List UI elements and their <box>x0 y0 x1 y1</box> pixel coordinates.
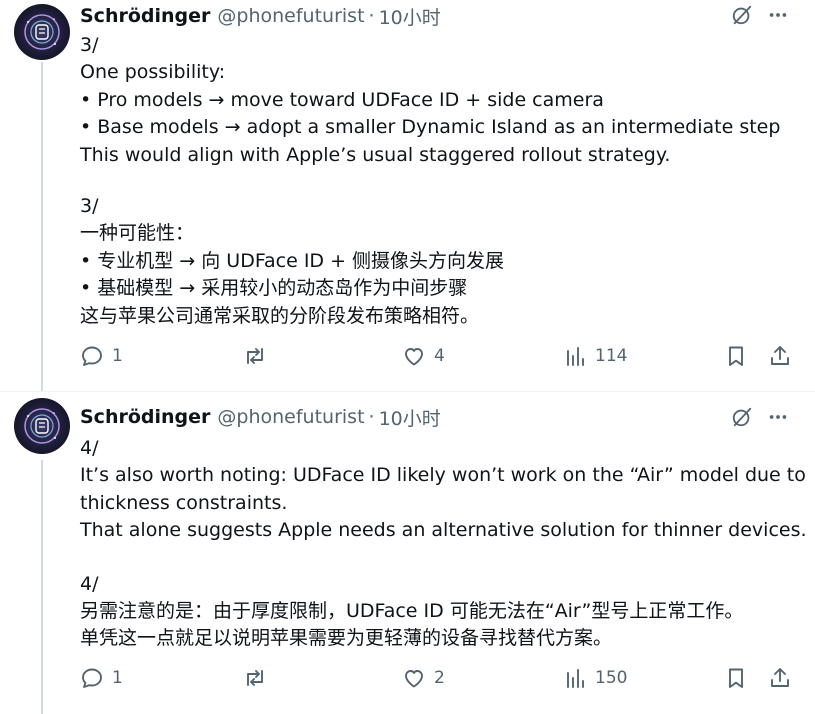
like-count: 4 <box>434 346 445 366</box>
post-line: • Pro models → move toward UDFace ID + s… <box>80 88 604 111</box>
reply-button[interactable]: 1 <box>80 342 123 370</box>
repost-button[interactable] <box>242 664 276 692</box>
reply-count: 1 <box>112 668 123 688</box>
views-icon <box>567 347 584 366</box>
like-icon <box>405 348 423 366</box>
post-line: • 基础模型 → 采用较小的动态岛作为中间步骤 <box>80 277 468 300</box>
post-line: 单凭这一点就足以说明苹果需要为更轻薄的设备寻找替代方案。 <box>80 627 613 650</box>
post-top-actions <box>729 2 791 28</box>
post-3[interactable]: Schrödinger @phonefuturist · 10小时 3/ One… <box>0 0 815 392</box>
repost-icon <box>247 348 263 364</box>
author-handle[interactable]: @phonefuturist <box>217 406 364 428</box>
views-count: 150 <box>595 668 628 688</box>
share-icon <box>771 668 789 687</box>
post-actions: 1 2 150 <box>80 664 795 692</box>
post-line: 4/ <box>80 572 99 595</box>
author-name[interactable]: Schrödinger <box>80 5 210 27</box>
post-header: Schrödinger @phonefuturist · 10小时 <box>80 3 441 29</box>
reply-count: 1 <box>112 346 123 366</box>
post-actions: 1 4 114 <box>80 342 795 370</box>
like-icon <box>405 670 423 688</box>
bookmark-icon <box>729 668 743 688</box>
bookmark-button[interactable] <box>724 664 748 692</box>
views-button[interactable]: 150 <box>565 664 627 692</box>
post-line: 3/ <box>80 195 99 218</box>
post-line: This would align with Apple’s usual stag… <box>80 143 671 166</box>
views-count: 114 <box>595 346 628 366</box>
reply-button[interactable]: 1 <box>80 664 123 692</box>
more-icon[interactable] <box>765 404 791 430</box>
repost-button[interactable] <box>242 342 276 370</box>
post-line: 一种可能性： <box>80 222 195 245</box>
like-button[interactable]: 2 <box>402 664 445 692</box>
post-text: 4/ It’s also worth noting: UDFace ID lik… <box>80 435 807 653</box>
like-count: 2 <box>434 668 445 688</box>
post-line: One possibility: <box>80 61 226 84</box>
reply-icon <box>82 346 102 366</box>
more-icon[interactable] <box>765 2 791 28</box>
avatar[interactable] <box>14 4 70 60</box>
post-line: 4/ <box>80 437 99 459</box>
avatar[interactable] <box>14 398 70 454</box>
post-text: 3/ One possibility: • Pro models → move … <box>80 32 795 330</box>
like-button[interactable]: 4 <box>402 342 445 370</box>
post-line: 3/ <box>80 34 99 56</box>
post-4[interactable]: Schrödinger @phonefuturist · 10小时 4/ It’… <box>0 392 815 714</box>
post-line: 另需注意的是：由于厚度限制，UDFace ID 可能无法在“Air”型号上正常工… <box>80 600 744 623</box>
views-icon <box>567 669 584 688</box>
reply-icon <box>82 668 102 688</box>
post-line: It’s also worth noting: UDFace ID likely… <box>80 464 806 487</box>
repost-icon <box>247 670 263 686</box>
post-time[interactable]: 10小时 <box>379 3 441 30</box>
grok-icon[interactable] <box>729 404 755 430</box>
share-button[interactable] <box>768 664 792 692</box>
post-time[interactable]: 10小时 <box>379 404 441 431</box>
post-line: • Base models → adopt a smaller Dynamic … <box>80 116 781 139</box>
post-line: thickness constraints. <box>80 491 288 514</box>
post-line: • 专业机型 → 向 UDFace ID + 侧摄像头方向发展 <box>80 249 505 272</box>
bookmark-icon <box>729 346 743 366</box>
share-button[interactable] <box>768 342 792 370</box>
timeline-feed: Schrödinger @phonefuturist · 10小时 3/ One… <box>0 0 815 714</box>
post-line: 这与苹果公司通常采取的分阶段发布策略相符。 <box>80 304 480 327</box>
author-name[interactable]: Schrödinger <box>80 406 210 428</box>
share-icon <box>771 346 789 365</box>
post-top-actions <box>729 404 791 430</box>
separator-dot: · <box>368 5 375 27</box>
grok-icon[interactable] <box>729 2 755 28</box>
separator-dot: · <box>368 406 375 428</box>
post-header: Schrödinger @phonefuturist · 10小时 <box>80 404 441 430</box>
bookmark-button[interactable] <box>724 342 748 370</box>
author-handle[interactable]: @phonefuturist <box>217 5 364 27</box>
views-button[interactable]: 114 <box>565 342 627 370</box>
post-line: That alone suggests Apple needs an alter… <box>80 519 807 542</box>
